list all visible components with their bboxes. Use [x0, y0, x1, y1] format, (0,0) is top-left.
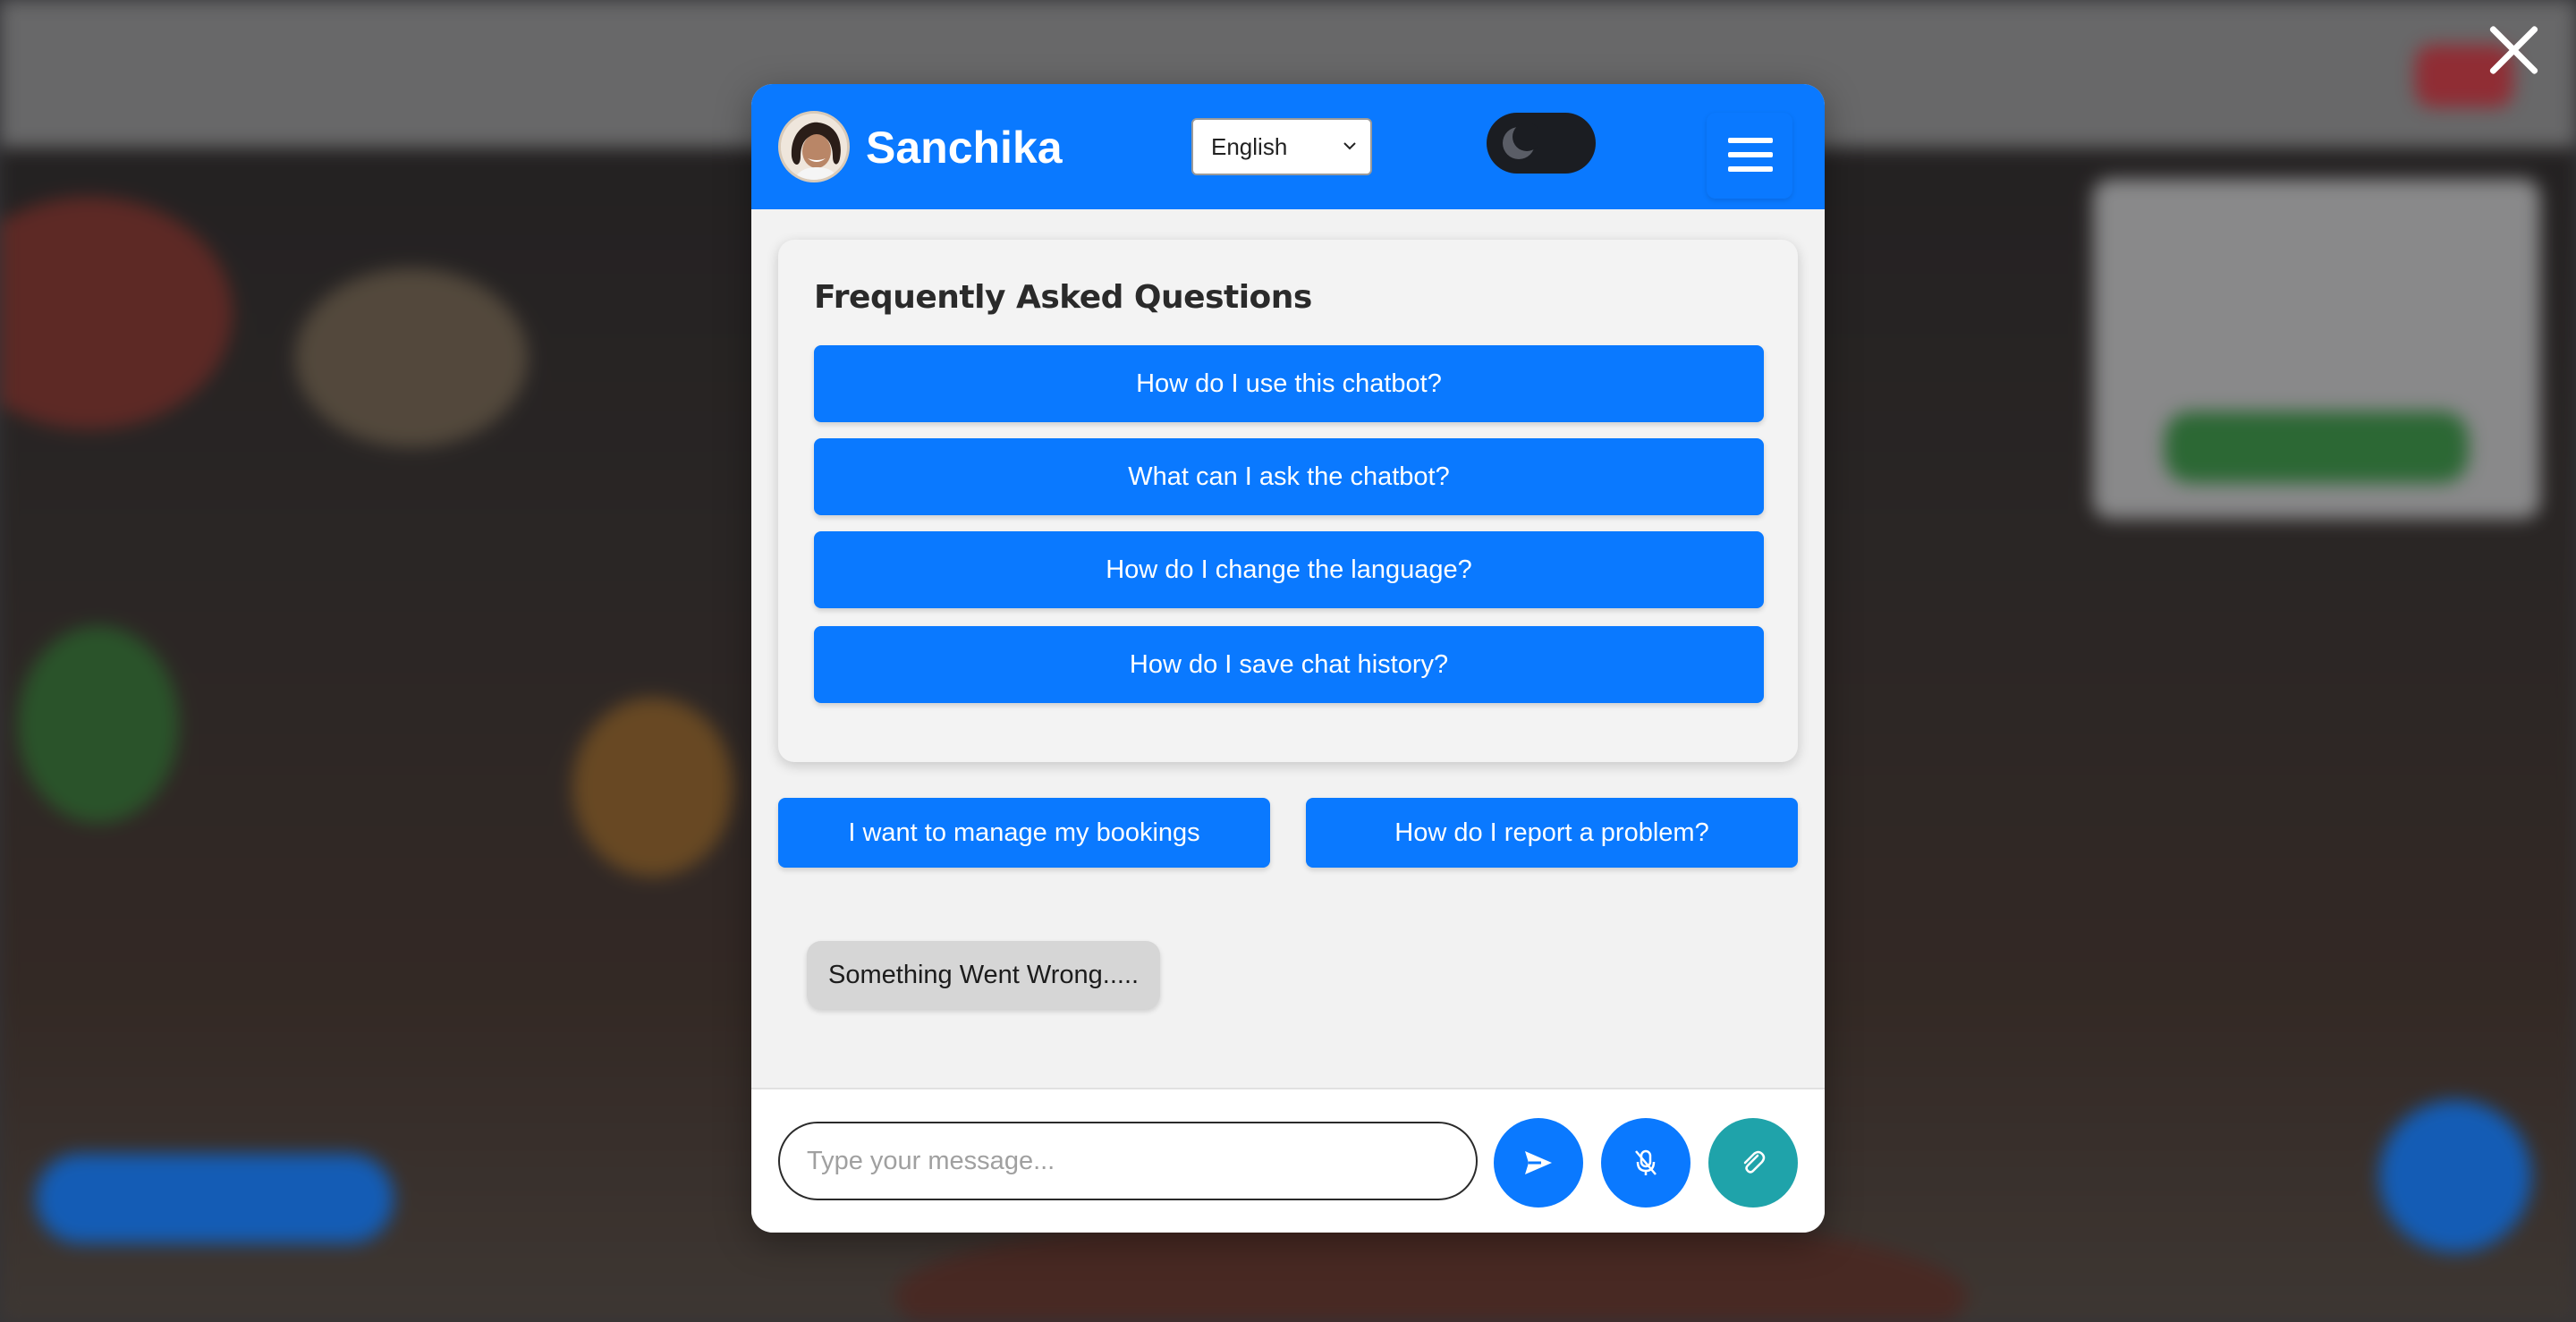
microphone-button[interactable] — [1601, 1118, 1690, 1208]
bot-name: Sanchika — [866, 123, 1063, 173]
chat-header: Sanchika English — [751, 84, 1825, 209]
bot-avatar — [778, 111, 850, 182]
faq-title: Frequently Asked Questions — [814, 279, 1312, 316]
message-composer: Type your message... — [751, 1088, 1825, 1233]
message-input[interactable]: Type your message... — [778, 1122, 1478, 1200]
faq-card: Frequently Asked Questions How do I use … — [778, 240, 1798, 762]
faq-question-button[interactable]: How do I save chat history? — [814, 626, 1764, 703]
quick-reply-report-problem[interactable]: How do I report a problem? — [1306, 798, 1798, 868]
close-icon[interactable] — [2478, 14, 2549, 86]
microphone-off-icon — [1635, 1149, 1657, 1175]
theme-toggle[interactable] — [1487, 113, 1596, 174]
moon-icon — [1503, 123, 1538, 159]
faq-question-button[interactable]: How do I use this chatbot? — [814, 345, 1764, 422]
avatar-portrait — [781, 114, 847, 180]
faq-question-button[interactable]: How do I change the language? — [814, 531, 1764, 608]
faq-question-button[interactable]: What can I ask the chatbot? — [814, 438, 1764, 515]
language-select[interactable]: English — [1191, 118, 1372, 175]
paperclip-icon — [1743, 1150, 1766, 1174]
attach-button[interactable] — [1708, 1118, 1798, 1208]
menu-button[interactable] — [1707, 113, 1792, 199]
send-button[interactable] — [1494, 1118, 1583, 1208]
chevron-down-icon — [1343, 142, 1356, 150]
send-icon — [1525, 1151, 1552, 1174]
bot-message-bubble: Something Went Wrong..... — [807, 941, 1161, 1009]
language-selected-value: English — [1211, 133, 1288, 160]
quick-reply-manage-bookings[interactable]: I want to manage my bookings — [778, 798, 1270, 868]
chatbot-window: Sanchika English Frequently Asked Questi… — [751, 84, 1825, 1233]
